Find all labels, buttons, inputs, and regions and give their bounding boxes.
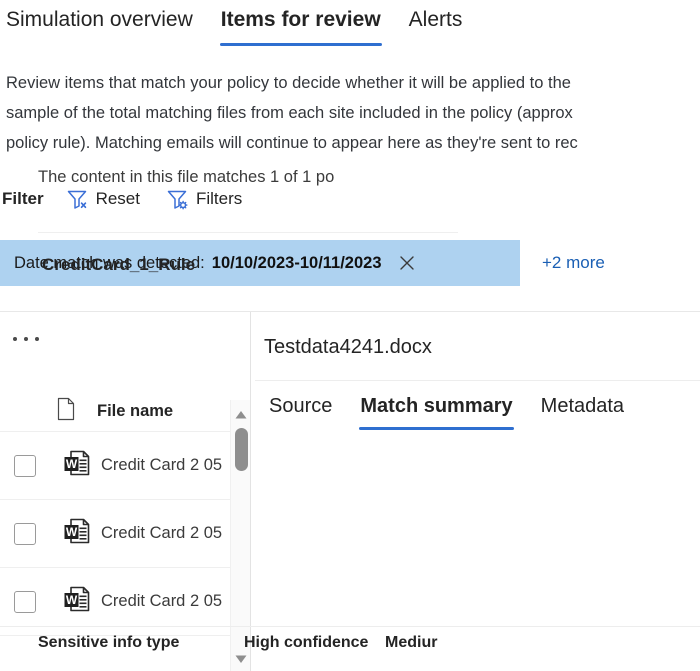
svg-text:W: W [66, 525, 78, 539]
row-checkbox[interactable] [14, 454, 36, 477]
tab-alerts-label: Alerts [408, 8, 463, 31]
page-title: Testdata4241.docx [264, 336, 432, 358]
tab-items-for-review-label: Items for review [220, 8, 381, 31]
file-list-scrollbar[interactable] [230, 400, 250, 671]
match-table-top-divider [0, 626, 700, 627]
filters-label: Filters [195, 189, 243, 208]
column-header-high-confidence: High confidence [244, 634, 369, 651]
svg-text:W: W [66, 593, 78, 607]
column-header-medium-confidence: Mediur [385, 634, 438, 651]
tab-source[interactable]: Source [255, 392, 346, 420]
funnel-gear-icon [166, 188, 188, 210]
file-details-pane: Testdata4241.docx Source Match summary M… [251, 312, 700, 671]
file-name-cell: Credit Card 2 05 [101, 456, 223, 474]
ellipsis-icon[interactable] [9, 333, 43, 345]
filter-chip-value: 10/10/2023-10/11/2023 [211, 253, 382, 272]
tab-items-for-review[interactable]: Items for review [207, 6, 395, 46]
filter-toolbar: Filter Reset Filters [0, 182, 268, 216]
main-tab-bar: Simulation overview Items for review Ale… [0, 0, 700, 50]
scrollbar-thumb[interactable] [235, 428, 248, 471]
rule-name-heading: CreditCard_1_Rule [42, 255, 196, 274]
document-icon [56, 397, 76, 426]
tab-metadata[interactable]: Metadata [527, 392, 638, 420]
details-tab-bar: Source Match summary Metadata [255, 392, 638, 430]
details-title-divider [255, 380, 700, 381]
items-for-review-page: Simulation overview Items for review Ale… [0, 0, 700, 671]
row-checkbox[interactable] [14, 522, 36, 545]
word-document-icon: W [62, 584, 92, 619]
tab-simulation-overview[interactable]: Simulation overview [0, 6, 207, 34]
page-description-line-3: policy rule). Matching emails will conti… [6, 134, 578, 152]
file-list-header: File name [0, 392, 230, 432]
reset-filters-button[interactable]: Reset [66, 188, 140, 210]
page-description-line-2: sample of the total matching files from … [6, 104, 573, 122]
word-document-icon: W [62, 448, 92, 483]
scroll-down-arrow-icon[interactable] [234, 652, 248, 666]
column-header-sensitive-info-type: Sensitive info type [38, 634, 180, 651]
svg-text:W: W [66, 457, 78, 471]
match-table-header: Sensitive info type High confidence Medi… [38, 634, 437, 652]
file-name-cell: Credit Card 2 05 [101, 592, 223, 610]
filters-button[interactable]: Filters [166, 188, 242, 210]
match-summary-divider [38, 232, 458, 233]
tab-source-label: Source [269, 395, 333, 417]
tab-metadata-label: Metadata [540, 395, 625, 417]
tab-match-summary-label: Match summary [360, 395, 513, 417]
filter-label: Filter [2, 189, 44, 208]
file-name-column-header: File name [97, 402, 174, 420]
tab-simulation-overview-label: Simulation overview [6, 8, 193, 31]
table-row[interactable]: W Credit Card 2 05 [0, 500, 230, 568]
word-document-icon: W [62, 516, 92, 551]
tab-match-summary[interactable]: Match summary [346, 392, 526, 430]
page-description-line-1: Review items that match your policy to d… [6, 74, 571, 92]
table-row[interactable]: W Credit Card 2 05 [0, 432, 230, 500]
tab-alerts[interactable]: Alerts [395, 6, 477, 34]
file-name-cell: Credit Card 2 05 [101, 524, 223, 542]
reset-filters-label: Reset [95, 189, 140, 208]
row-checkbox[interactable] [14, 590, 36, 613]
scroll-up-arrow-icon[interactable] [234, 408, 248, 422]
funnel-x-icon [66, 188, 88, 210]
more-filters-link[interactable]: +2 more [542, 253, 605, 273]
close-icon[interactable] [396, 252, 418, 274]
match-summary-text: The content in this file matches 1 of 1 … [38, 168, 335, 186]
page-description: Review items that match your policy to d… [6, 68, 700, 158]
